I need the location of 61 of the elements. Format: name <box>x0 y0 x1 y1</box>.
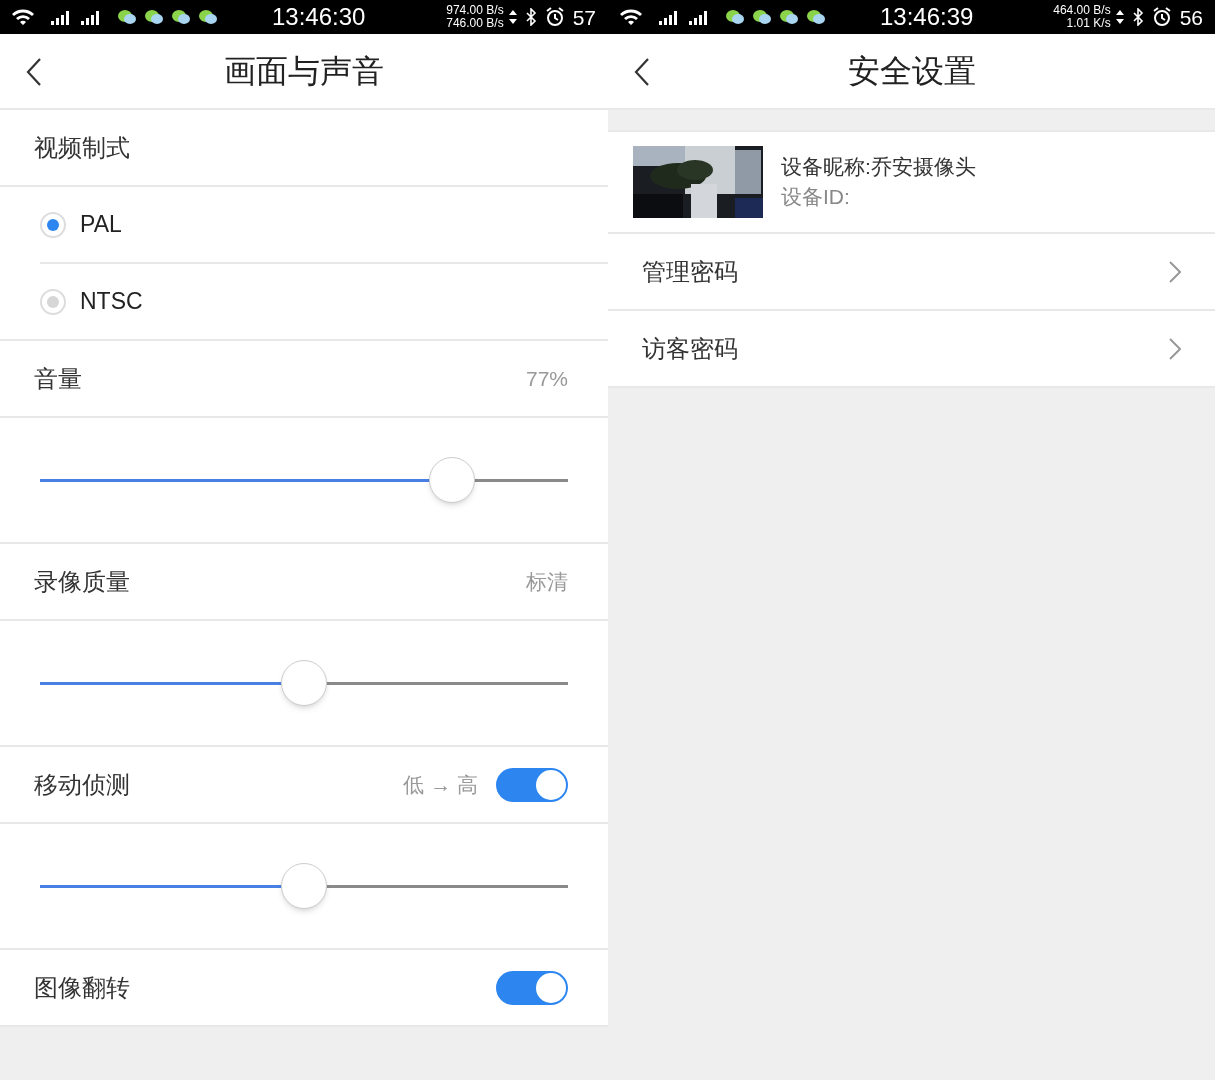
chat-icon <box>171 9 191 25</box>
setting-label: 音量 <box>34 363 82 394</box>
signal-icon <box>80 9 102 25</box>
page-title: 画面与声音 <box>224 52 384 91</box>
slider[interactable] <box>40 863 568 909</box>
slider-thumb[interactable] <box>281 863 327 909</box>
download-speed: 1.01 K/s <box>1066 17 1111 30</box>
radio-label: PAL <box>80 210 122 240</box>
alarm-icon <box>544 7 565 27</box>
download-speed: 746.00 B/s <box>446 17 504 30</box>
transfer-arrows-icon <box>1115 10 1124 24</box>
battery-level: 56 <box>1179 6 1203 28</box>
section-label: 视频制式 <box>34 132 130 163</box>
alarm-icon <box>1151 7 1172 27</box>
chevron-right-icon <box>1169 337 1181 360</box>
chat-icon <box>806 9 826 25</box>
setting-label: 录像质量 <box>34 566 130 597</box>
radio-button[interactable] <box>40 288 66 315</box>
toggle-switch[interactable] <box>496 767 568 802</box>
setting-label: 图像翻转 <box>34 972 130 1003</box>
toggle-switch[interactable] <box>496 970 568 1005</box>
chat-icon <box>752 9 772 25</box>
device-card[interactable]: 设备昵称:乔安摄像头 设备ID: <box>608 130 1215 234</box>
setting-value: 77% <box>525 365 568 392</box>
device-name: 设备昵称:乔安摄像头 <box>781 154 976 180</box>
setting-value: 标清 <box>526 568 568 595</box>
chat-icon <box>779 9 799 25</box>
wifi-icon <box>10 8 36 26</box>
slider[interactable] <box>40 457 568 503</box>
page-title: 安全设置 <box>847 52 976 91</box>
wifi-icon <box>618 8 644 26</box>
chat-icon <box>198 9 218 25</box>
back-icon <box>634 57 650 87</box>
menu-item-label: 访客密码 <box>642 333 738 364</box>
bluetooth-icon <box>1131 8 1144 26</box>
signal-icon <box>50 9 72 25</box>
menu-item-label: 管理密码 <box>642 256 738 287</box>
slider[interactable] <box>40 660 568 706</box>
menu-item[interactable]: 管理密码 <box>608 234 1215 311</box>
setting-label: 移动侦测 <box>34 769 130 800</box>
radio-label: NTSC <box>80 287 143 317</box>
signal-icon <box>688 9 710 25</box>
slider-thumb[interactable] <box>428 457 475 503</box>
bluetooth-icon <box>524 8 537 26</box>
chat-icon <box>144 9 164 25</box>
status-time: 13:46:30 <box>272 5 366 29</box>
signal-icon <box>658 9 680 25</box>
radio-button[interactable] <box>40 211 66 238</box>
battery-level: 57 <box>572 6 596 28</box>
chat-icon <box>725 9 745 25</box>
setting-hint: 低 → 高 <box>403 771 478 798</box>
status-time: 13:46:39 <box>880 5 974 29</box>
chevron-right-icon <box>1169 260 1181 283</box>
menu-item[interactable]: 访客密码 <box>608 311 1215 388</box>
back-icon <box>26 57 42 87</box>
transfer-arrows-icon <box>508 10 517 24</box>
device-id: 设备ID: <box>781 184 851 210</box>
upload-speed: 974.00 B/s <box>446 4 504 17</box>
upload-speed: 464.00 B/s <box>1053 4 1111 17</box>
slider-thumb[interactable] <box>281 660 327 706</box>
chat-icon <box>117 9 137 25</box>
